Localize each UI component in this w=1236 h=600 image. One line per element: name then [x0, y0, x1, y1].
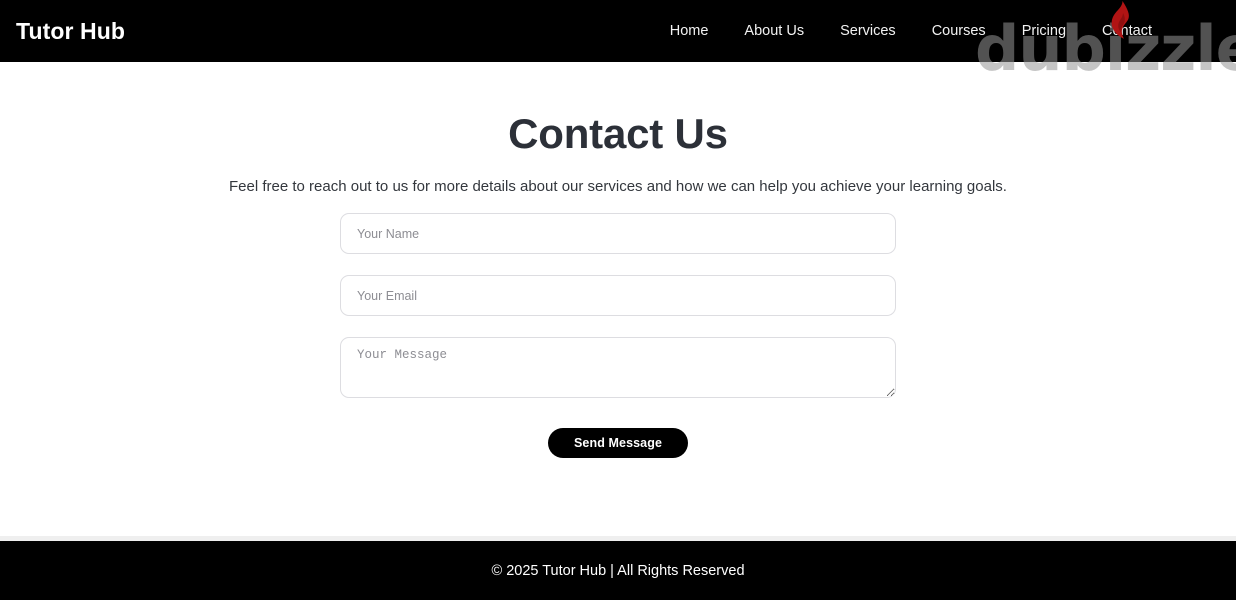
name-input[interactable]: [340, 213, 896, 254]
site-footer: © 2025 Tutor Hub | All Rights Reserved: [0, 541, 1236, 600]
copyright-text: © 2025 Tutor Hub | All Rights Reserved: [491, 562, 745, 579]
nav-item-contact[interactable]: Contact: [1084, 19, 1170, 43]
main-content: Contact Us Feel free to reach out to us …: [0, 62, 1236, 541]
nav-item-pricing[interactable]: Pricing: [1004, 19, 1084, 43]
nav-item-about-us[interactable]: About Us: [726, 19, 822, 43]
message-textarea[interactable]: [340, 337, 896, 398]
site-header: Tutor Hub Home About Us Services Courses…: [0, 0, 1236, 62]
send-message-button[interactable]: Send Message: [547, 428, 689, 458]
nav-item-services[interactable]: Services: [822, 19, 914, 43]
submit-row: Send Message: [340, 398, 896, 458]
nav-item-home[interactable]: Home: [652, 19, 727, 43]
page-title: Contact Us: [508, 110, 728, 157]
email-input[interactable]: [340, 275, 896, 316]
contact-form: Send Message: [340, 195, 896, 458]
primary-navigation: Home About Us Services Courses Pricing C…: [652, 19, 1170, 43]
nav-item-courses[interactable]: Courses: [914, 19, 1004, 43]
page-subtitle: Feel free to reach out to us for more de…: [229, 178, 1007, 195]
brand-logo[interactable]: Tutor Hub: [16, 18, 125, 45]
